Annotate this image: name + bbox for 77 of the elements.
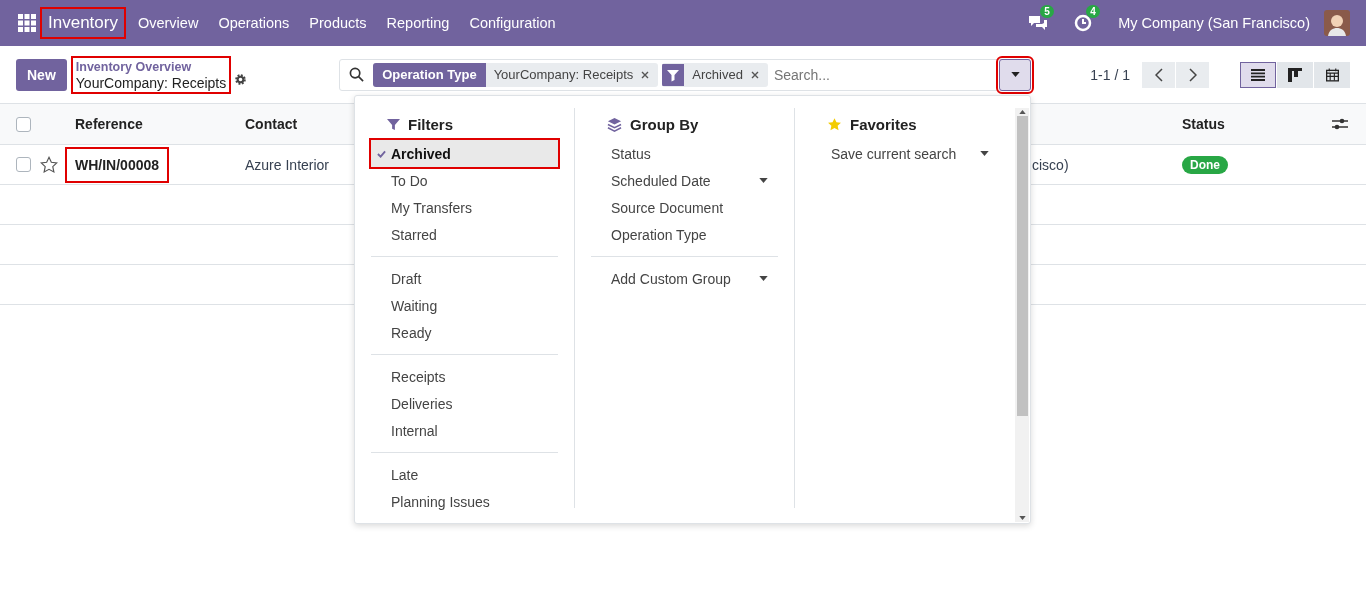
kanban-icon [1288, 67, 1302, 82]
notification-badge: 5 [1040, 5, 1054, 18]
notification-badge: 4 [1086, 5, 1100, 18]
group-by-option[interactable]: Add Custom Group [591, 265, 778, 292]
avatar-icon[interactable] [1324, 10, 1350, 36]
scroll-down-icon[interactable] [1018, 516, 1026, 520]
layers-icon [607, 116, 622, 132]
table-cell: WH/IN/00008 [67, 148, 168, 181]
page-title: YourCompany: Receipts [75, 74, 227, 91]
list-view-button[interactable] [1240, 61, 1276, 88]
gear-icon[interactable] [234, 73, 248, 86]
group-by-option[interactable]: Status [591, 140, 778, 167]
favorite-option[interactable]: Save current search [811, 140, 999, 167]
calendar-view-button[interactable] [1314, 61, 1350, 88]
menu-item[interactable]: Operations [208, 15, 300, 31]
column-header[interactable]: Contact [245, 116, 298, 132]
app-title[interactable]: Inventory [42, 9, 124, 37]
table-cell: cisco) [1032, 156, 1069, 173]
star-icon[interactable] [40, 155, 58, 174]
section-title: Filters [408, 115, 453, 133]
company-name[interactable]: My Company (San Francisco) [1118, 15, 1310, 31]
search-icon [349, 67, 365, 82]
filter-icon [662, 62, 685, 87]
chevron-left-icon [1154, 67, 1163, 82]
breadcrumb-link[interactable]: Inventory Overview [75, 58, 227, 75]
section-title: Favorites [850, 115, 917, 133]
filter-option[interactable]: Late [371, 461, 558, 488]
facet-value: YourCompany: Receipts [492, 67, 635, 82]
filter-option[interactable]: Archived [371, 140, 558, 167]
group-by-option[interactable]: Scheduled Date [591, 167, 778, 194]
search-field[interactable]: Operation Type YourCompany: Receipts Archived Search... [339, 58, 1032, 91]
facet-value: Archived [691, 67, 744, 82]
caret-icon [1010, 72, 1020, 77]
close-icon[interactable] [641, 70, 650, 79]
table-cell: Azure Interior [245, 156, 330, 173]
column-header[interactable]: Reference [75, 116, 143, 132]
column-header[interactable]: Status [1182, 116, 1225, 132]
facet-label: Operation Type [373, 62, 486, 87]
menu-item[interactable]: Overview [127, 15, 209, 31]
clock-icon[interactable] [1074, 14, 1093, 32]
menu-item[interactable]: Configuration [459, 15, 566, 31]
filter-option[interactable]: My Transfers [371, 194, 558, 221]
filter-option[interactable]: Draft [371, 265, 558, 292]
filter-option[interactable]: Ready [371, 319, 558, 346]
row-checkbox[interactable] [15, 157, 31, 172]
list-icon [1251, 68, 1265, 81]
scroll-up-icon[interactable] [1018, 110, 1026, 114]
pager-value: 1-1 / 1 [1090, 66, 1130, 83]
calendar-icon [1325, 67, 1339, 82]
apps-menu-icon[interactable] [18, 14, 36, 32]
previous-button[interactable] [1142, 61, 1175, 88]
menu-item[interactable]: Reporting [376, 15, 460, 31]
scrollbar[interactable] [1015, 108, 1029, 522]
filter-icon [387, 117, 400, 131]
filter-option[interactable]: To Do [371, 167, 558, 194]
chevron-right-icon [1188, 67, 1197, 82]
search-options-toggle[interactable] [999, 58, 1032, 91]
group-by-option[interactable]: Operation Type [591, 221, 778, 248]
kanban-view-button[interactable] [1277, 61, 1313, 88]
select-all-checkbox[interactable] [15, 116, 31, 132]
filter-option[interactable]: Starred [371, 221, 558, 248]
new-button[interactable]: New [16, 58, 67, 91]
close-icon[interactable] [750, 70, 759, 79]
filter-option[interactable]: Planning Issues [371, 488, 558, 515]
filter-option[interactable]: Deliveries [371, 390, 558, 417]
filter-option[interactable]: Receipts [371, 363, 558, 390]
chat-icon[interactable] [1028, 14, 1049, 32]
star-icon [827, 116, 842, 132]
next-button[interactable] [1176, 61, 1209, 88]
checkmark-icon [377, 149, 386, 158]
filter-option[interactable]: Internal [371, 417, 558, 444]
column-settings-icon[interactable] [1332, 117, 1348, 131]
filter-option[interactable]: Waiting [371, 292, 558, 319]
menu-item[interactable]: Products [299, 15, 377, 31]
status-badge: Done [1182, 155, 1228, 174]
group-by-option[interactable]: Source Document [591, 194, 778, 221]
section-title: Group By [630, 115, 699, 133]
